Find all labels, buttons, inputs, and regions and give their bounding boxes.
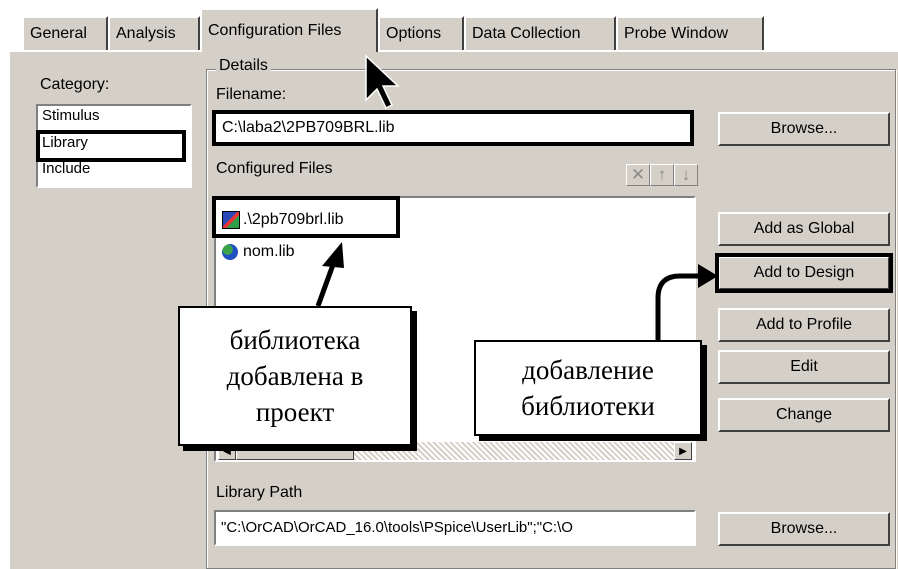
filename-label: Filename: [216,86,287,103]
callout-line: библиотеки [521,391,655,421]
callout-library-added: библиотека добавлена в проект [178,306,412,446]
browse-button[interactable]: Browse... [718,112,890,146]
tab-options[interactable]: Options [378,16,464,50]
callout-line: проект [255,397,335,427]
tab-probe-window[interactable]: Probe Window [616,16,764,50]
callout-line: добавление [522,355,654,385]
file-highlight-box [212,196,400,238]
category-item-stimulus[interactable]: Stimulus [42,107,100,124]
file-name: nom.lib [243,243,295,260]
category-item-include[interactable]: Include [42,160,90,177]
edit-button[interactable]: Edit [718,350,890,384]
delete-icon[interactable]: ✕ [626,164,650,186]
tab-data-collection[interactable]: Data Collection [464,16,616,50]
list-item-file-2[interactable]: nom.lib [222,240,295,264]
move-down-icon[interactable]: ↓ [674,164,698,186]
library-path-value: "C:\OrCAD\OrCAD_16.0\tools\PSpice\UserLi… [221,519,573,536]
tab-general[interactable]: General [22,16,108,50]
library-path-label: Library Path [216,484,303,501]
add-to-design-button[interactable]: Add to Design [715,253,893,293]
add-to-profile-button[interactable]: Add to Profile [718,308,890,342]
scroll-right-icon[interactable]: ▶ [674,442,692,460]
tab-configuration-files[interactable]: Configuration Files [200,8,378,52]
callout-line: добавлена в [226,361,364,391]
browse-library-path-button[interactable]: Browse... [718,512,890,546]
filename-highlight-box [212,110,694,146]
change-button[interactable]: Change [718,398,890,432]
configured-files-label: Configured Files [216,160,333,177]
details-group-label: Details [216,57,271,75]
library-path-field[interactable]: "C:\OrCAD\OrCAD_16.0\tools\PSpice\UserLi… [214,510,696,546]
callout-adding-library: добавление библиотеки [474,340,702,436]
callout-line: библиотека [229,325,361,355]
move-up-icon[interactable]: ↑ [650,164,674,186]
category-label: Category: [40,76,110,93]
tab-analysis[interactable]: Analysis [108,16,200,50]
library-highlight-box [36,130,186,162]
globe-icon [222,244,238,260]
dialog-window: General Analysis Configuration Files Opt… [0,0,898,569]
add-as-global-button[interactable]: Add as Global [718,212,890,246]
